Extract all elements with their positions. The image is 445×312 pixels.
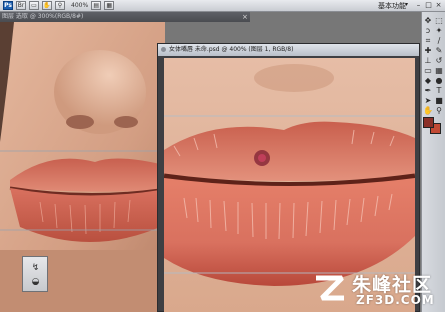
eyedropper-icon[interactable]: ∕ (434, 36, 444, 46)
healing-brush-icon[interactable]: ✚ (423, 46, 433, 56)
background-document-tab[interactable]: 图层 选取 @ 300%(RGB/8#) (0, 12, 250, 22)
move-icon[interactable]: ✥ (423, 16, 433, 26)
bridge-icon[interactable]: Br (16, 1, 26, 10)
front-document-title: 女体嘴唇 未命.psd @ 400% (图层 1, RGB/8) (169, 46, 294, 53)
maximize-button[interactable]: □ (424, 1, 433, 10)
minimize-button[interactable]: – (414, 1, 423, 10)
close-icon[interactable]: × (242, 12, 250, 22)
brush-preset-icon[interactable]: ↯ (29, 263, 42, 274)
app-bar: Ps Br ▭ ✋ ⚲ 400% ▤ ▦ 基本功能 ▾ – □ × (0, 0, 445, 12)
front-document-tab[interactable]: 女体嘴唇 未命.psd @ 400% (图层 1, RGB/8) (158, 44, 419, 56)
zf3d-logo-icon (316, 275, 344, 301)
type-icon[interactable]: T (434, 86, 444, 96)
photoshop-logo-icon: Ps (3, 1, 13, 10)
pen-icon[interactable]: ✒ (423, 86, 433, 96)
zoom-icon[interactable]: ⚲ (434, 106, 444, 116)
watermark-text-en: ZF3D.COM (356, 293, 435, 307)
workspace-switcher[interactable]: 基本功能 (378, 1, 406, 11)
marquee-icon[interactable]: ⬚ (434, 16, 444, 26)
clone-stamp-icon[interactable]: ⊥ (423, 56, 433, 66)
watermark: 朱峰社区 ZF3D.COM (312, 268, 442, 308)
dodge-icon[interactable]: ● (434, 76, 444, 86)
clone-source-icon[interactable]: ◒ (29, 277, 42, 288)
foreground-color-swatch[interactable] (423, 117, 434, 128)
arrange-icon[interactable]: ▤ (91, 1, 102, 10)
eraser-icon[interactable]: ▭ (423, 66, 433, 76)
blur-icon[interactable]: ◆ (423, 76, 433, 86)
hand-tool-icon[interactable]: ✋ (42, 1, 52, 10)
zoom-tool-icon[interactable]: ⚲ (55, 1, 65, 10)
crop-icon[interactable]: ⌗ (423, 36, 433, 46)
lasso-icon[interactable]: ↄ (423, 26, 433, 36)
screen-mode-icon[interactable]: ▭ (29, 1, 39, 10)
mini-tools-panel: ↯ ◒ (22, 256, 48, 292)
brush-icon[interactable]: ✎ (434, 46, 444, 56)
path-select-icon[interactable]: ➤ (423, 96, 433, 106)
shape-icon[interactable]: ■ (434, 96, 444, 106)
chevron-down-icon[interactable]: ▾ (405, 1, 408, 8)
history-brush-icon[interactable]: ↺ (434, 56, 444, 66)
close-button[interactable]: × (434, 1, 443, 10)
photoshop-window: Ps Br ▭ ✋ ⚲ 400% ▤ ▦ 基本功能 ▾ – □ × 图层 选取 … (0, 0, 445, 312)
document-dot-icon (161, 47, 166, 52)
magic-wand-icon[interactable]: ✦ (434, 26, 444, 36)
hand-icon[interactable]: ✋ (423, 106, 433, 116)
grid-icon[interactable]: ▦ (104, 1, 115, 10)
gradient-icon[interactable]: ▦ (434, 66, 444, 76)
zoom-level[interactable]: 400% (71, 2, 88, 9)
